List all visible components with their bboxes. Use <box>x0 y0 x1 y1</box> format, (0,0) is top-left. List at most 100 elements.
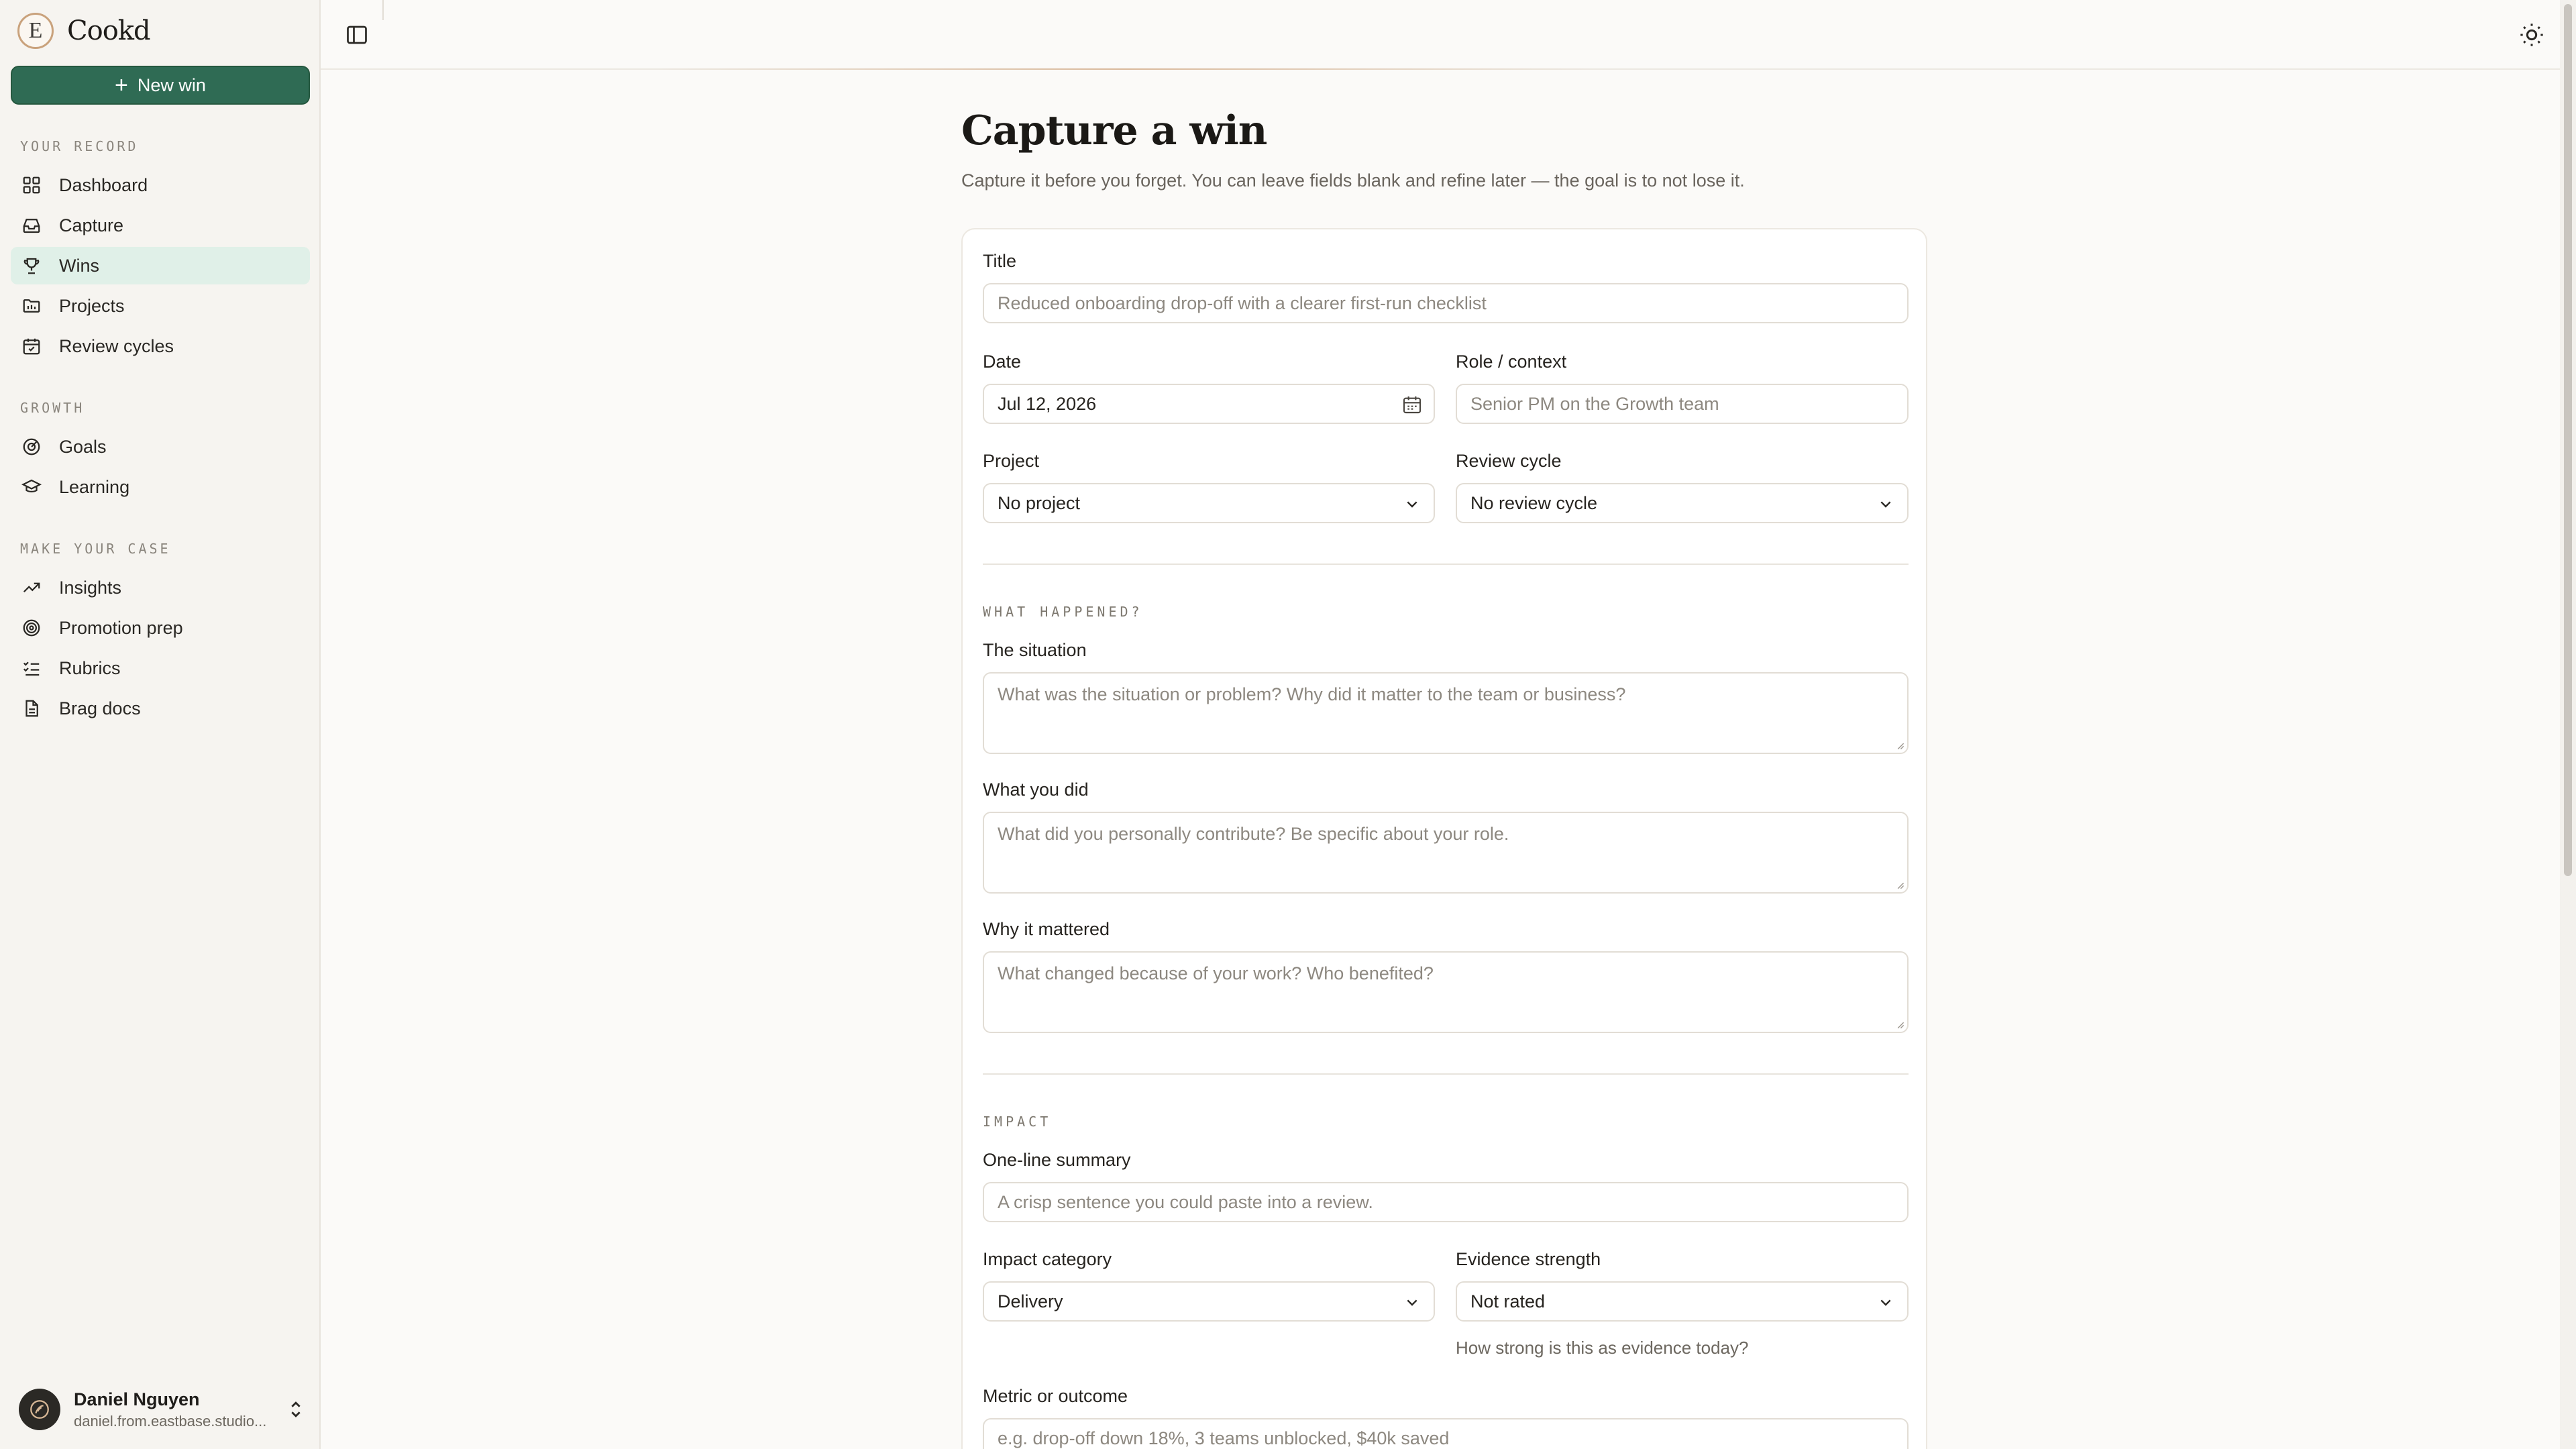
review-cycle-value: No review cycle <box>1470 492 1598 513</box>
topbar-divider <box>382 0 384 20</box>
resize-grip-icon[interactable] <box>1895 880 1904 890</box>
inbox-icon <box>20 214 43 237</box>
evidence-strength-helper: How strong is this as evidence today? <box>1456 1338 1749 1358</box>
project-label: Project <box>983 451 1040 471</box>
sidebar-item-label: Learning <box>59 476 130 497</box>
situation-placeholder: What was the situation or problem? Why d… <box>998 684 1626 704</box>
scrollbar-thumb[interactable] <box>2564 4 2572 876</box>
avatar <box>19 1389 60 1430</box>
plus-icon: + <box>115 72 128 98</box>
bullseye-icon <box>20 616 43 639</box>
date-input[interactable]: Jul 12, 2026 <box>983 384 1435 424</box>
nav-group-growth: GROWTH <box>20 400 85 416</box>
date-label: Date <box>983 352 1022 372</box>
user-menu[interactable]: Daniel Nguyen daniel.from.eastbase.studi… <box>19 1387 307 1432</box>
user-name: Daniel Nguyen <box>74 1389 200 1409</box>
nav-group-make-your-case: MAKE YOUR CASE <box>20 541 171 557</box>
situation-label: The situation <box>983 640 1087 660</box>
resize-grip-icon[interactable] <box>1895 1020 1904 1029</box>
role-placeholder: Senior PM on the Growth team <box>1470 393 1719 414</box>
sidebar: E Cookd + New win YOUR RECORD Dashboard … <box>0 0 321 1449</box>
brand-name: Cookd <box>67 15 151 46</box>
topbar <box>321 0 2576 70</box>
sun-icon[interactable] <box>2518 21 2545 48</box>
sidebar-item-projects[interactable]: Projects <box>11 287 310 325</box>
section-divider <box>983 564 1909 565</box>
sidebar-item-label: Review cycles <box>59 335 174 356</box>
target-icon <box>20 435 43 458</box>
sidebar-item-goals[interactable]: Goals <box>11 428 310 466</box>
graduation-cap-icon <box>20 476 43 498</box>
project-select[interactable]: No project <box>983 483 1435 523</box>
project-value: No project <box>998 492 1081 513</box>
impact-category-label: Impact category <box>983 1249 1112 1269</box>
resize-grip-icon[interactable] <box>1895 741 1904 750</box>
sidebar-toggle-icon[interactable] <box>345 23 369 47</box>
page-title: Capture a win <box>961 107 1267 154</box>
evidence-strength-select[interactable]: Not rated <box>1456 1281 1909 1322</box>
evidence-strength-value: Not rated <box>1470 1291 1546 1311</box>
capture-form-card: Title Reduced onboarding drop-off with a… <box>961 228 1927 1449</box>
sidebar-item-label: Capture <box>59 215 124 235</box>
sidebar-item-label: Rubrics <box>59 657 121 678</box>
scrollbar[interactable] <box>2560 0 2576 1449</box>
brand[interactable]: E Cookd <box>17 11 151 51</box>
what-you-did-placeholder: What did you personally contribute? Be s… <box>998 824 1509 844</box>
sidebar-item-dashboard[interactable]: Dashboard <box>11 166 310 204</box>
summary-input[interactable]: A crisp sentence you could paste into a … <box>983 1182 1909 1222</box>
chevron-down-icon <box>1401 1291 1423 1313</box>
impact-category-select[interactable]: Delivery <box>983 1281 1435 1322</box>
role-label: Role / context <box>1456 352 1567 372</box>
main-content: Capture a win Capture it before you forg… <box>321 0 2576 1449</box>
new-win-button[interactable]: + New win <box>11 66 310 105</box>
sidebar-item-capture[interactable]: Capture <box>11 207 310 244</box>
sidebar-item-insights[interactable]: Insights <box>11 569 310 606</box>
impact-category-value: Delivery <box>998 1291 1063 1311</box>
sidebar-item-brag-docs[interactable]: Brag docs <box>11 690 310 727</box>
review-cycle-select[interactable]: No review cycle <box>1456 483 1909 523</box>
role-input[interactable]: Senior PM on the Growth team <box>1456 384 1909 424</box>
calendar-icon[interactable] <box>1401 394 1423 415</box>
document-icon <box>20 697 43 720</box>
why-it-mattered-textarea[interactable]: What changed because of your work? Who b… <box>983 951 1909 1033</box>
dashboard-icon <box>20 174 43 197</box>
sidebar-item-label: Dashboard <box>59 174 148 195</box>
why-it-mattered-placeholder: What changed because of your work? Who b… <box>998 963 1434 983</box>
nav-group-your-record: YOUR RECORD <box>20 138 139 154</box>
sidebar-item-wins[interactable]: Wins <box>11 247 310 284</box>
sidebar-item-promotion-prep[interactable]: Promotion prep <box>11 609 310 647</box>
trophy-icon <box>20 254 43 277</box>
trending-up-icon <box>20 576 43 599</box>
summary-placeholder: A crisp sentence you could paste into a … <box>998 1191 1373 1212</box>
user-email: daniel.from.eastbase.studio... <box>74 1412 267 1430</box>
title-placeholder: Reduced onboarding drop-off with a clear… <box>998 292 1487 313</box>
sidebar-item-learning[interactable]: Learning <box>11 468 310 506</box>
sidebar-item-label: Projects <box>59 295 125 316</box>
chevron-down-icon <box>1401 493 1423 515</box>
chevron-down-icon <box>1875 493 1896 515</box>
topbar-accent <box>656 68 1595 70</box>
chevron-down-icon <box>1875 1291 1896 1313</box>
sidebar-item-rubrics[interactable]: Rubrics <box>11 649 310 687</box>
sidebar-item-review-cycles[interactable]: Review cycles <box>11 327 310 365</box>
what-you-did-textarea[interactable]: What did you personally contribute? Be s… <box>983 812 1909 894</box>
title-label: Title <box>983 251 1017 271</box>
chevron-up-down-icon[interactable] <box>284 1398 307 1421</box>
sidebar-item-label: Brag docs <box>59 698 141 718</box>
sidebar-item-label: Goals <box>59 436 107 457</box>
calendar-check-icon <box>20 335 43 358</box>
title-input[interactable]: Reduced onboarding drop-off with a clear… <box>983 283 1909 323</box>
sidebar-item-label: Insights <box>59 577 122 598</box>
review-cycle-label: Review cycle <box>1456 451 1562 471</box>
section-impact: IMPACT <box>983 1114 1052 1130</box>
section-divider <box>983 1073 1909 1075</box>
sidebar-item-label: Wins <box>59 255 99 276</box>
sidebar-item-label: Promotion prep <box>59 617 183 638</box>
section-what-happened: WHAT HAPPENED? <box>983 604 1143 620</box>
situation-textarea[interactable]: What was the situation or problem? Why d… <box>983 672 1909 754</box>
page-subtitle: Capture it before you forget. You can le… <box>961 170 1745 191</box>
why-it-mattered-label: Why it mattered <box>983 919 1110 939</box>
metric-label: Metric or outcome <box>983 1386 1128 1406</box>
metric-input[interactable]: e.g. drop-off down 18%, 3 teams unblocke… <box>983 1418 1909 1449</box>
evidence-strength-label: Evidence strength <box>1456 1249 1601 1269</box>
